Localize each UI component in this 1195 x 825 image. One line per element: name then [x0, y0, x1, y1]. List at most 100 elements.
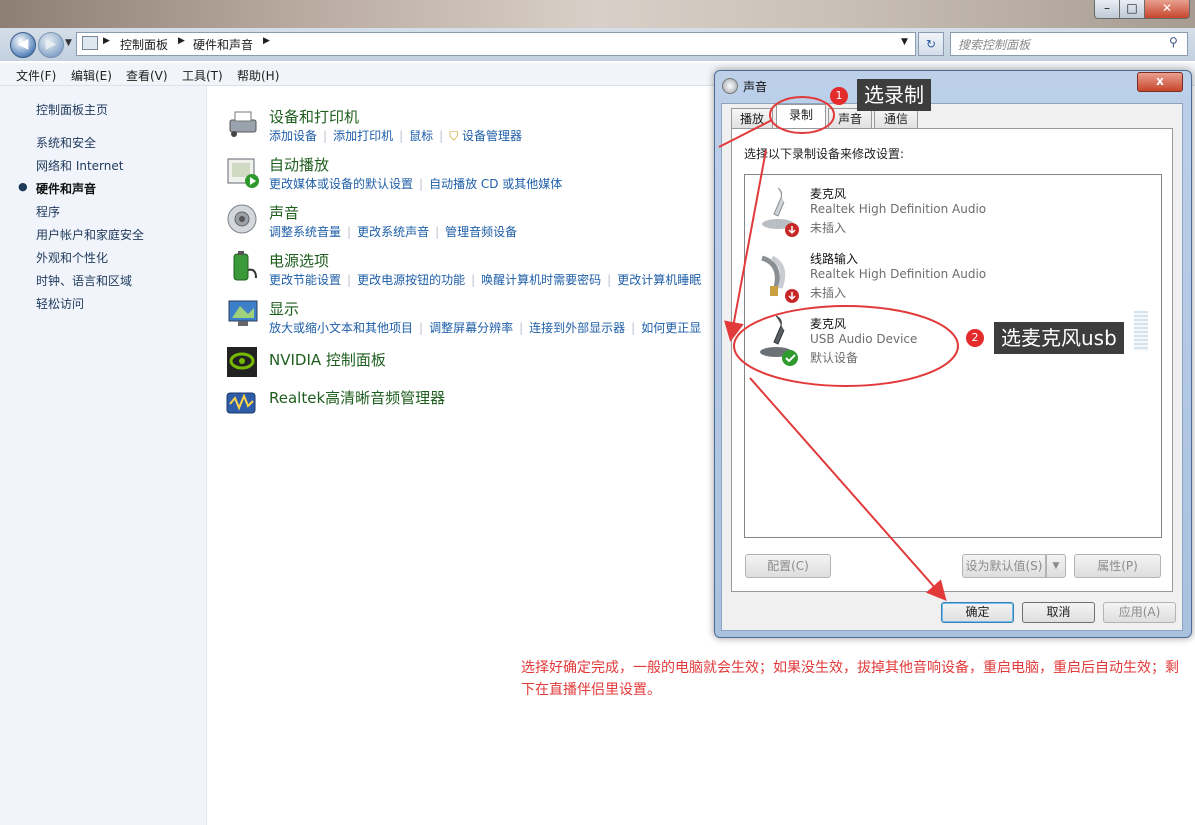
device-name[interactable]: 麦克风: [810, 185, 846, 202]
sidebar-item-system-security[interactable]: 系统和安全: [36, 134, 96, 151]
dialog-close-button[interactable]: x: [1137, 72, 1183, 92]
device-name[interactable]: 麦克风: [810, 315, 846, 332]
breadcrumb-separator-icon: ▶: [103, 36, 110, 46]
address-dropdown-icon[interactable]: ▼: [901, 37, 908, 47]
link-autoplay-cd[interactable]: 自动播放 CD 或其他媒体: [429, 177, 562, 191]
breadcrumb-separator-icon: ▶: [263, 36, 270, 46]
menu-help[interactable]: 帮助(H): [237, 67, 279, 84]
link-fix-display[interactable]: 如何更正显: [641, 321, 701, 335]
back-button[interactable]: ◀: [10, 32, 36, 58]
sidebar-item-clock-language[interactable]: 时钟、语言和区域: [36, 272, 132, 289]
power-options-icon: [226, 250, 260, 287]
category-links-power: 更改节能设置 | 更改电源按钮的功能 | 唤醒计算机时需要密码 | 更改计算机睡眠: [269, 273, 702, 287]
breadcrumb-item[interactable]: 控制面板: [120, 36, 168, 53]
recording-device-list[interactable]: [744, 174, 1162, 538]
device-status: 默认设备: [810, 351, 859, 365]
link-wake-password[interactable]: 唤醒计算机时需要密码: [481, 273, 601, 287]
apply-button[interactable]: 应用(A): [1103, 602, 1176, 623]
window-title-bar: – □ ✕: [0, 0, 1195, 28]
sidebar-item-user-accounts[interactable]: 用户帐户和家庭安全: [36, 226, 144, 243]
link-device-manager[interactable]: 设备管理器: [462, 129, 522, 143]
autoplay-icon: [226, 157, 260, 192]
breadcrumb-separator-icon: ▶: [178, 36, 185, 46]
category-display[interactable]: 显示: [269, 298, 299, 319]
category-realtek[interactable]: Realtek高清晰音频管理器: [269, 387, 445, 408]
link-change-media-defaults[interactable]: 更改媒体或设备的默认设置: [269, 177, 413, 191]
link-adjust-volume[interactable]: 调整系统音量: [269, 225, 341, 239]
link-manage-audio-devices[interactable]: 管理音频设备: [445, 225, 517, 239]
line-in-icon: [756, 250, 802, 309]
menu-tools[interactable]: 工具(T): [182, 67, 223, 84]
sidebar-item-accessibility[interactable]: 轻松访问: [36, 295, 84, 312]
address-field[interactable]: ▶ 控制面板 ▶ 硬件和声音 ▶ ▼: [76, 32, 916, 56]
instruction-text: 选择以下录制设备来修改设置:: [744, 147, 905, 161]
instruction-note: 选择好确定完成，一般的电脑就会生效；如果没生效，拔掉其他音响设备，重启电脑，重启…: [521, 660, 1179, 698]
sidebar-item-appearance[interactable]: 外观和个性化: [36, 249, 108, 266]
link-add-device[interactable]: 添加设备: [269, 129, 317, 143]
device-name[interactable]: 线路输入: [810, 250, 858, 267]
link-mouse[interactable]: 鼠标: [409, 129, 433, 143]
category-power-options[interactable]: 电源选项: [269, 250, 329, 271]
sidebar-item-home[interactable]: 控制面板主页: [36, 101, 108, 118]
menu-edit[interactable]: 编辑(E): [71, 67, 112, 84]
menu-view[interactable]: 查看(V): [126, 67, 168, 84]
breadcrumb-item[interactable]: 硬件和声音: [193, 36, 253, 53]
speaker-icon: [722, 78, 738, 94]
tab-communications[interactable]: 通信: [874, 108, 918, 129]
dialog-title: 声音: [743, 80, 768, 94]
category-links-display: 放大或缩小文本和其他项目 | 调整屏幕分辨率 | 连接到外部显示器 | 如何更正显: [269, 321, 702, 335]
nvidia-icon: [226, 346, 258, 381]
step-one-badge: 1: [830, 87, 848, 105]
maximize-button[interactable]: □: [1119, 0, 1145, 19]
device-status: 未插入: [810, 286, 847, 300]
properties-button[interactable]: 属性(P): [1074, 554, 1161, 578]
set-default-button[interactable]: 设为默认值(S): [962, 554, 1046, 578]
link-text-size[interactable]: 放大或缩小文本和其他项目: [269, 321, 413, 335]
category-links-sound: 调整系统音量 | 更改系统声音 | 管理音频设备: [269, 225, 518, 239]
realtek-icon: [226, 390, 258, 419]
link-power-saving[interactable]: 更改节能设置: [269, 273, 341, 287]
control-panel-icon: [82, 36, 98, 50]
sidebar-item-programs[interactable]: 程序: [36, 203, 60, 220]
menu-file[interactable]: 文件(F): [16, 67, 56, 84]
search-placeholder: 搜索控制面板: [958, 38, 1031, 52]
minimize-button[interactable]: –: [1094, 0, 1120, 19]
recent-pages-icon[interactable]: ▼: [65, 38, 72, 48]
category-links-autoplay: 更改媒体或设备的默认设置 | 自动播放 CD 或其他媒体: [269, 177, 563, 191]
sidebar-item-hardware-sound[interactable]: 硬件和声音: [36, 180, 96, 197]
category-sound[interactable]: 声音: [269, 202, 299, 223]
refresh-icon[interactable]: ↻: [918, 32, 944, 56]
forward-button[interactable]: ▶: [38, 32, 64, 58]
category-nvidia[interactable]: NVIDIA 控制面板: [269, 349, 386, 370]
device-driver: USB Audio Device: [810, 332, 918, 346]
tab-sounds[interactable]: 声音: [828, 108, 872, 129]
device-driver: Realtek High Definition Audio: [810, 202, 987, 216]
sidebar-item-network[interactable]: 网络和 Internet: [36, 157, 123, 174]
tab-playback[interactable]: 播放: [731, 108, 773, 129]
search-icon[interactable]: ⚲: [1169, 35, 1178, 49]
device-driver: Realtek High Definition Audio: [810, 267, 987, 281]
speaker-icon: [226, 203, 260, 238]
level-meter: [1134, 311, 1148, 351]
search-input[interactable]: 搜索控制面板 ⚲: [950, 32, 1188, 56]
step-one-label: 选录制: [857, 79, 931, 111]
link-sleep[interactable]: 更改计算机睡眠: [617, 273, 701, 287]
link-external-display[interactable]: 连接到外部显示器: [529, 321, 625, 335]
display-icon: [226, 298, 260, 335]
step-two-badge: 2: [966, 329, 984, 347]
close-button[interactable]: ✕: [1144, 0, 1190, 19]
link-add-printer[interactable]: 添加打印机: [333, 129, 393, 143]
link-power-button[interactable]: 更改电源按钮的功能: [357, 273, 465, 287]
tab-recording[interactable]: 录制: [776, 104, 826, 130]
sidebar: [0, 86, 207, 825]
link-resolution[interactable]: 调整屏幕分辨率: [429, 321, 513, 335]
set-default-dropdown-icon[interactable]: ▼: [1046, 554, 1066, 578]
device-status: 未插入: [810, 221, 847, 235]
category-autoplay[interactable]: 自动播放: [269, 154, 329, 175]
ok-button[interactable]: 确定: [941, 602, 1014, 623]
link-change-sounds[interactable]: 更改系统声音: [357, 225, 429, 239]
cancel-button[interactable]: 取消: [1022, 602, 1095, 623]
configure-button[interactable]: 配置(C): [745, 554, 831, 578]
category-devices-printers[interactable]: 设备和打印机: [269, 106, 359, 127]
usb-microphone-icon: [756, 314, 802, 373]
